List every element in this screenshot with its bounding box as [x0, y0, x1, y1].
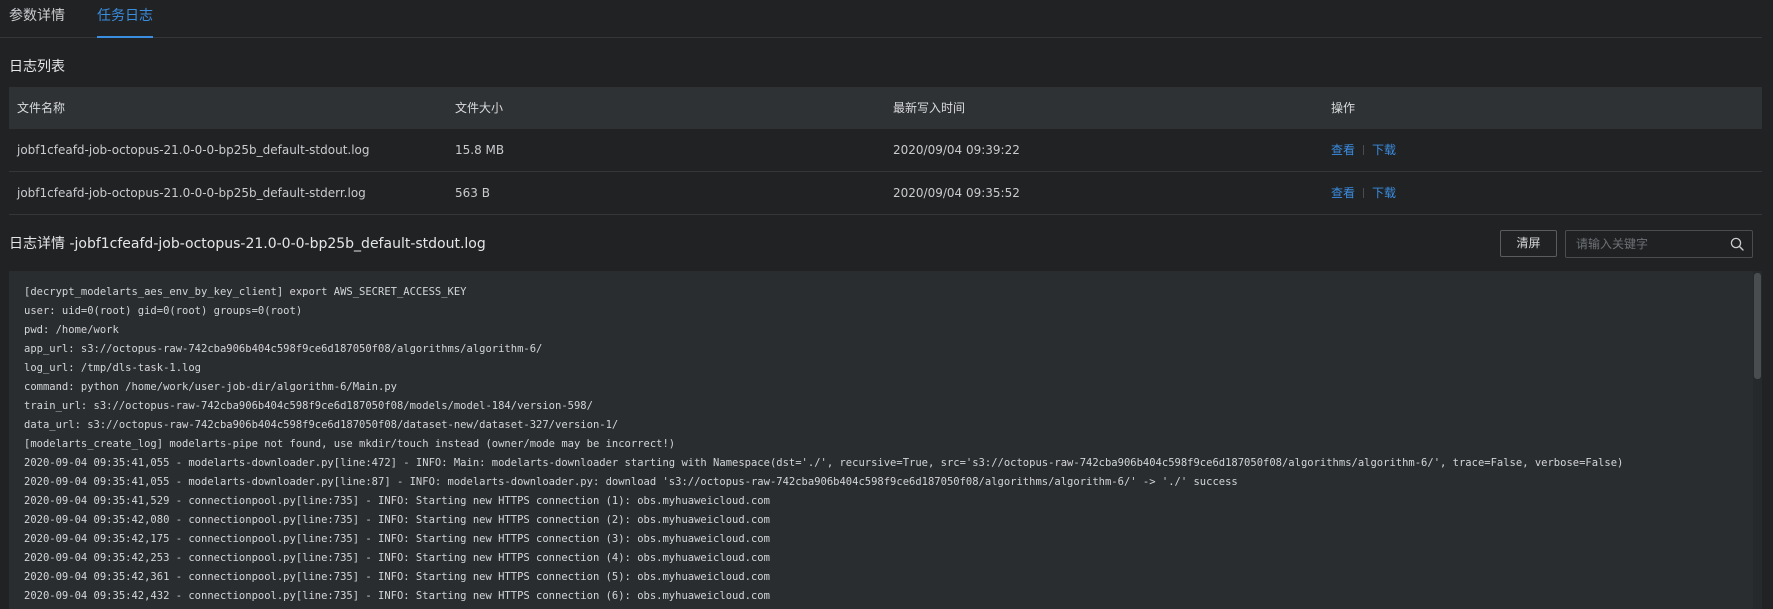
action-divider — [1363, 145, 1365, 155]
search-icon[interactable] — [1730, 237, 1744, 251]
column-header-file-size: 文件大小 — [455, 101, 504, 115]
log-line: user: uid=0(root) gid=0(root) groups=0(r… — [24, 305, 303, 317]
log-scrollbar-thumb[interactable] — [1754, 273, 1761, 379]
log-line: [modelarts_create_log] modelarts-pipe no… — [24, 438, 676, 450]
log-scrollbar-track[interactable] — [1753, 271, 1762, 609]
column-header-file-name: 文件名称 — [17, 101, 66, 115]
task-log-page: 参数详情 任务日志 日志列表 文件名称 文件大小 最新写入时间 操作 jobf1… — [0, 0, 1773, 609]
log-line: 2020-09-04 09:35:41,055 - modelarts-down… — [24, 457, 1624, 469]
last-write-time-cell: 2020/09/04 09:35:52 — [893, 186, 1020, 200]
table-row: jobf1cfeafd-job-octopus-21.0-0-0-bp25b_d… — [9, 172, 1762, 215]
column-header-actions: 操作 — [1331, 101, 1356, 115]
keyword-search-input[interactable] — [1566, 231, 1716, 257]
tab-task-log[interactable]: 任务日志 — [97, 0, 153, 38]
column-header-last-write-time: 最新写入时间 — [893, 101, 966, 115]
download-link[interactable]: 下载 — [1372, 143, 1396, 157]
log-line: pwd: /home/work — [24, 324, 119, 336]
actions-cell: 查看 下载 — [1331, 172, 1396, 214]
log-detail-title: 日志详情 -jobf1cfeafd-job-octopus-21.0-0-0-b… — [9, 236, 486, 252]
log-output-text: [decrypt_modelarts_aes_env_by_key_client… — [24, 283, 1744, 606]
log-output-panel: [decrypt_modelarts_aes_env_by_key_client… — [9, 271, 1762, 609]
file-size-cell: 563 B — [455, 186, 490, 200]
tab-parameter-details[interactable]: 参数详情 — [9, 0, 65, 37]
log-list-table: 文件名称 文件大小 最新写入时间 操作 jobf1cfeafd-job-octo… — [9, 87, 1762, 215]
log-line: 2020-09-04 09:35:42,253 - connectionpool… — [24, 552, 770, 564]
log-line: data_url: s3://octopus-raw-742cba906b404… — [24, 419, 619, 431]
log-line: [decrypt_modelarts_aes_env_by_key_client… — [24, 286, 467, 298]
log-line: 2020-09-04 09:35:42,080 - connectionpool… — [24, 514, 770, 526]
log-line: 2020-09-04 09:35:42,175 - connectionpool… — [24, 533, 770, 545]
clear-screen-button[interactable]: 清屏 — [1500, 230, 1557, 257]
log-line: train_url: s3://octopus-raw-742cba906b40… — [24, 400, 593, 412]
log-line: log_url: /tmp/dls-task-1.log — [24, 362, 202, 374]
actions-cell: 查看 下载 — [1331, 129, 1396, 171]
view-link[interactable]: 查看 — [1331, 143, 1355, 157]
file-name-cell: jobf1cfeafd-job-octopus-21.0-0-0-bp25b_d… — [17, 186, 366, 200]
log-line: 2020-09-04 09:35:41,529 - connectionpool… — [24, 495, 770, 507]
tab-bar: 参数详情 任务日志 — [0, 0, 1762, 38]
file-name-cell: jobf1cfeafd-job-octopus-21.0-0-0-bp25b_d… — [17, 143, 370, 157]
log-line: 2020-09-04 09:35:41,055 - modelarts-down… — [24, 476, 1238, 488]
last-write-time-cell: 2020/09/04 09:39:22 — [893, 143, 1020, 157]
download-link[interactable]: 下载 — [1372, 186, 1396, 200]
action-divider — [1363, 188, 1365, 198]
log-line: command: python /home/work/user-job-dir/… — [24, 381, 397, 393]
keyword-search-box — [1565, 230, 1753, 258]
log-list-title: 日志列表 — [9, 59, 65, 75]
table-header: 文件名称 文件大小 最新写入时间 操作 — [9, 87, 1762, 129]
view-link[interactable]: 查看 — [1331, 186, 1355, 200]
table-row: jobf1cfeafd-job-octopus-21.0-0-0-bp25b_d… — [9, 129, 1762, 172]
log-line: 2020-09-04 09:35:42,361 - connectionpool… — [24, 571, 770, 583]
file-size-cell: 15.8 MB — [455, 143, 505, 157]
log-line: 2020-09-04 09:35:42,432 - connectionpool… — [24, 590, 770, 602]
log-line: app_url: s3://octopus-raw-742cba906b404c… — [24, 343, 543, 355]
